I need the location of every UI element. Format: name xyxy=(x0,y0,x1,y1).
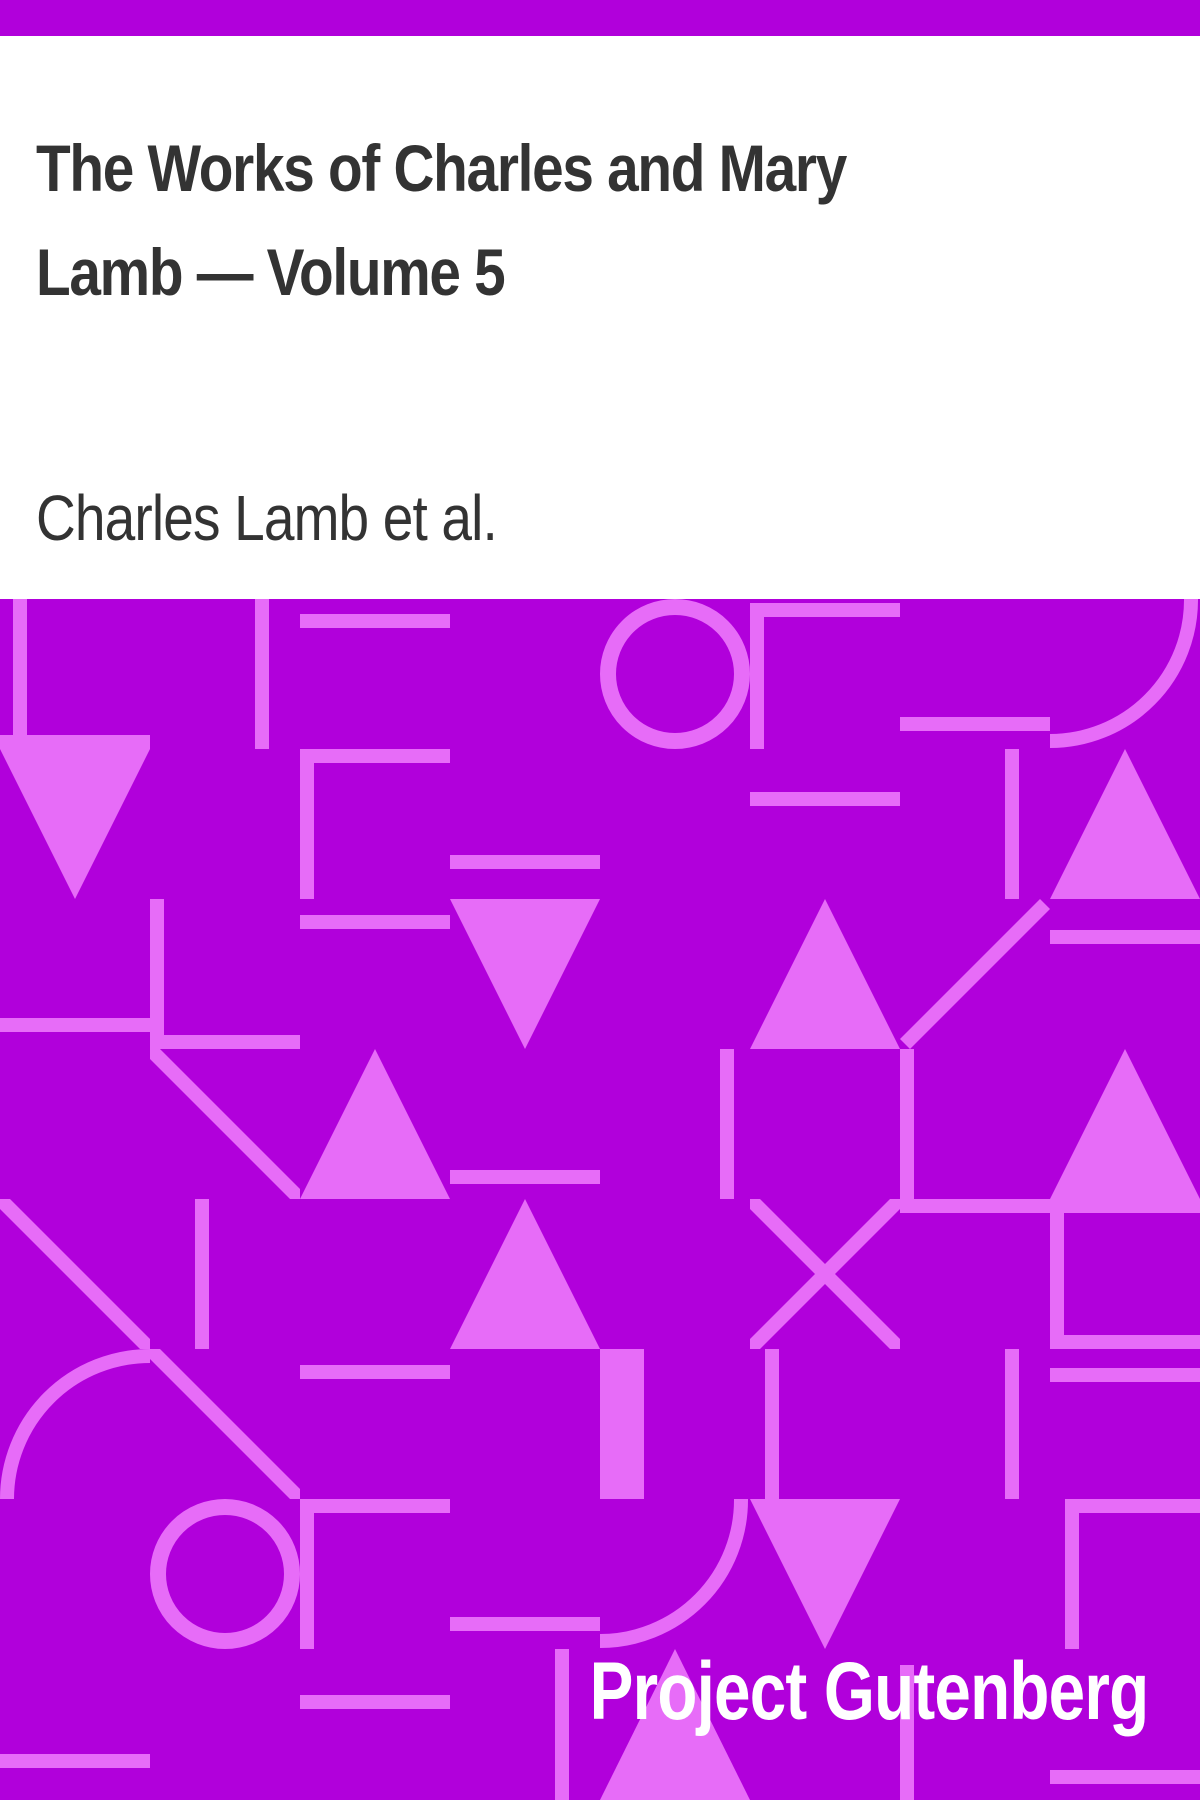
bar-shape xyxy=(750,792,900,806)
bar-shape xyxy=(1050,1335,1200,1349)
bar-shape xyxy=(1050,1199,1064,1349)
bar-shape xyxy=(720,1049,734,1199)
block-shape xyxy=(600,1349,644,1499)
bar-shape xyxy=(1005,749,1019,899)
book-author: Charles Lamb et al. xyxy=(36,482,498,554)
publisher-name: Project Gutenberg xyxy=(589,1646,1148,1737)
bar-shape xyxy=(450,1170,600,1184)
bar-shape xyxy=(1050,1770,1200,1784)
bar-shape xyxy=(1050,1368,1200,1382)
bar-shape xyxy=(1005,1349,1019,1499)
bar-shape xyxy=(255,599,269,749)
cover-pattern xyxy=(0,599,1200,1800)
bar-shape xyxy=(765,1349,779,1499)
bar-shape xyxy=(0,1018,150,1032)
bar-shape xyxy=(300,749,450,763)
bar-shape xyxy=(300,614,450,628)
bar-shape xyxy=(300,1365,450,1379)
bar-shape xyxy=(450,1617,600,1631)
bar-shape xyxy=(750,603,900,617)
cover-top-bar xyxy=(0,0,1200,36)
bar-shape xyxy=(1065,1499,1079,1649)
book-title: The Works of Charles and Mary Lamb — Vol… xyxy=(36,131,847,309)
bar-shape xyxy=(900,1199,1050,1213)
bar-shape xyxy=(900,1049,914,1199)
bar-shape xyxy=(0,735,150,749)
bar-shape xyxy=(1065,1499,1200,1513)
bar-shape xyxy=(300,1499,314,1649)
bar-shape xyxy=(300,915,450,929)
bar-shape xyxy=(150,899,164,1049)
bar-shape xyxy=(750,610,764,749)
bar-shape xyxy=(450,855,600,869)
bar-shape xyxy=(300,749,314,899)
bar-shape xyxy=(300,1695,450,1709)
bar-shape xyxy=(13,599,27,749)
bar-shape xyxy=(195,1199,209,1349)
bar-shape xyxy=(1050,930,1200,944)
bar-shape xyxy=(555,1649,569,1800)
bar-shape xyxy=(150,1035,300,1049)
bar-shape xyxy=(1050,1199,1200,1213)
bar-shape xyxy=(0,1754,150,1768)
title-block: The Works of Charles and Mary Lamb — Vol… xyxy=(0,36,1200,599)
bar-shape xyxy=(300,1499,450,1513)
bar-shape xyxy=(900,717,1050,731)
